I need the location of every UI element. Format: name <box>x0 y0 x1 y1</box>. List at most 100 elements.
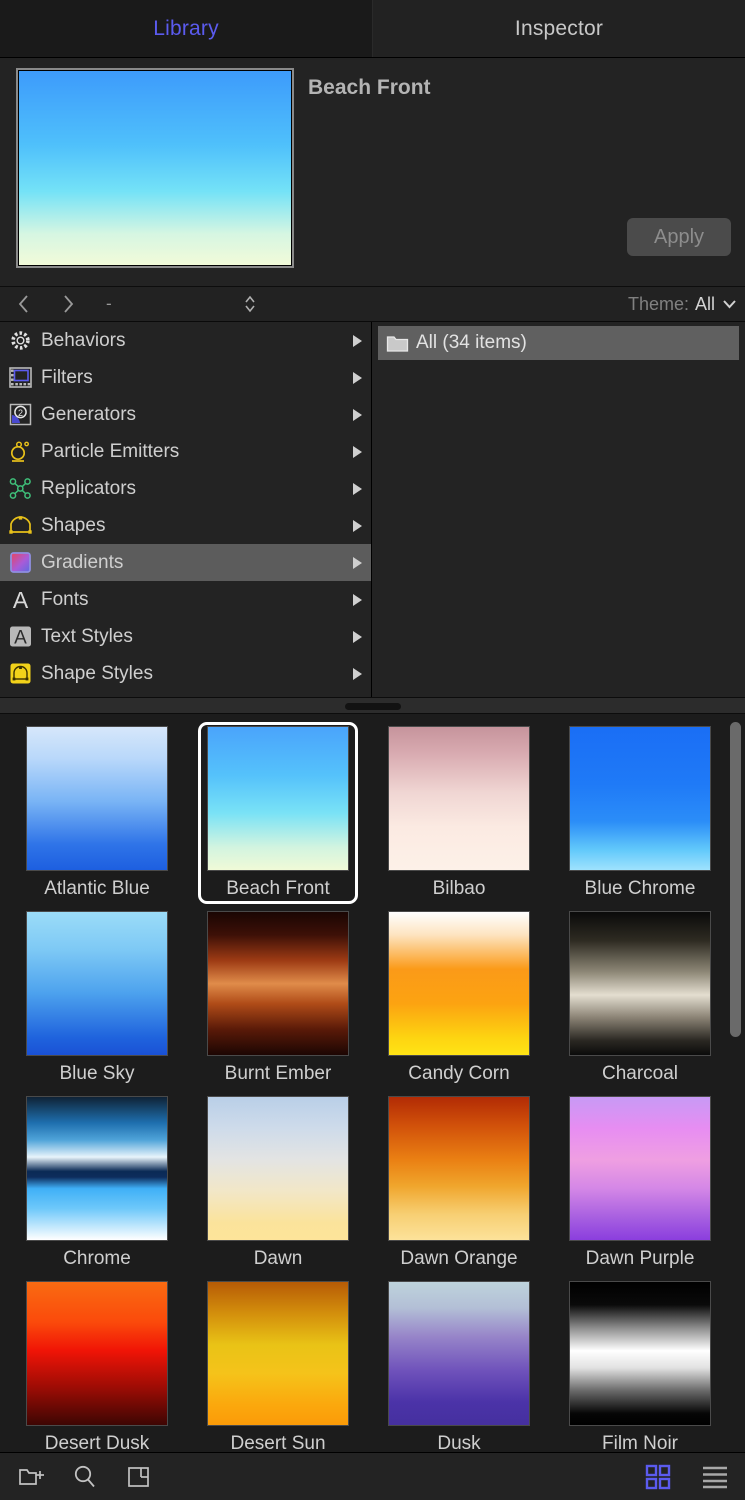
theme-label: Theme: <box>627 293 689 314</box>
stepper-updown-icon[interactable] <box>238 290 262 318</box>
gradient-item[interactable]: Candy Corn <box>379 907 560 1092</box>
category-item-generators[interactable]: 2 Generators <box>0 396 371 433</box>
pane-splitter[interactable] <box>0 697 745 714</box>
gradient-item[interactable]: Blue Chrome <box>560 722 741 907</box>
disclosure-arrow-icon[interactable] <box>353 667 362 680</box>
folder-item[interactable]: All (34 items) <box>378 326 739 360</box>
chevron-right-icon[interactable] <box>56 290 80 318</box>
list-view-icon[interactable] <box>701 1464 729 1490</box>
gradient-item[interactable]: Film Noir <box>560 1277 741 1452</box>
gradient-name: Dawn <box>253 1248 303 1269</box>
gradient-item[interactable]: Dawn Purple <box>560 1092 741 1277</box>
gradient-icon <box>7 549 34 576</box>
gradient-item[interactable]: Burnt Ember <box>198 907 379 1092</box>
category-item-shape-styles[interactable]: Shape Styles <box>0 655 371 692</box>
disclosure-arrow-icon[interactable] <box>353 445 362 458</box>
gradient-name: Film Noir <box>602 1433 678 1452</box>
category-item-label: Shapes <box>41 514 106 536</box>
gradient-item[interactable]: Beach Front <box>198 722 379 907</box>
panel-layout-icon[interactable] <box>126 1464 151 1489</box>
gradient-swatch <box>207 911 349 1056</box>
category-item-label: Behaviors <box>41 329 126 351</box>
gradient-item[interactable]: Dawn Orange <box>379 1092 560 1277</box>
disclosure-arrow-icon[interactable] <box>353 482 362 495</box>
gradient-swatch <box>26 911 168 1056</box>
gradient-item-inner: Blue Sky <box>17 907 177 1089</box>
gradient-swatch <box>569 1096 711 1241</box>
grid-scrollbar-thumb[interactable] <box>730 722 741 1037</box>
gradient-name: Beach Front <box>226 878 330 899</box>
disclosure-arrow-icon[interactable] <box>353 408 362 421</box>
preview-thumbnail[interactable] <box>16 68 294 268</box>
gradient-swatch <box>388 726 530 871</box>
grid-view-icon[interactable] <box>645 1464 671 1490</box>
disclosure-arrow-icon[interactable] <box>353 371 362 384</box>
gradient-name: Blue Sky <box>59 1063 135 1084</box>
disclosure-arrow-icon[interactable] <box>353 556 362 569</box>
generator-icon: 2 <box>7 401 34 428</box>
category-item-filters[interactable]: Filters <box>0 359 371 396</box>
gradient-item[interactable]: Dawn <box>198 1092 379 1277</box>
gradient-item[interactable]: Charcoal <box>560 907 741 1092</box>
library-panel: Library Inspector Beach Front Apply - Th… <box>0 0 745 1500</box>
category-item-behaviors[interactable]: Behaviors <box>0 322 371 359</box>
gradient-name: Desert Dusk <box>44 1433 150 1452</box>
chevron-down-icon <box>722 297 737 312</box>
gradient-name: Dawn Purple <box>585 1248 695 1269</box>
search-icon[interactable] <box>72 1464 98 1490</box>
disclosure-arrow-icon[interactable] <box>353 593 362 606</box>
category-item-replicators[interactable]: Replicators <box>0 470 371 507</box>
category-item-shapes[interactable]: Shapes <box>0 507 371 544</box>
gradient-name: Candy Corn <box>408 1063 510 1084</box>
preview-gradient-swatch <box>19 71 291 265</box>
gradient-grid: Atlantic Blue Beach Front Bilbao Blue Chrom… <box>0 714 745 1452</box>
gradient-item[interactable]: Desert Dusk <box>17 1277 198 1452</box>
splitter-handle[interactable] <box>345 703 401 710</box>
gradient-item-inner: Burnt Ember <box>198 907 358 1089</box>
category-item-text-styles[interactable]: A Text Styles <box>0 618 371 655</box>
gear-icon <box>7 327 34 354</box>
shape-icon <box>7 512 34 539</box>
gradient-item[interactable]: Bilbao <box>379 722 560 907</box>
category-item-label: Filters <box>41 366 93 388</box>
folder-item-label: All (34 items) <box>416 332 527 353</box>
gradient-grid-area: Atlantic Blue Beach Front Bilbao Blue Chrom… <box>0 714 745 1452</box>
gradient-item[interactable]: Chrome <box>17 1092 198 1277</box>
gradient-item[interactable]: Atlantic Blue <box>17 722 198 907</box>
disclosure-arrow-icon[interactable] <box>353 630 362 643</box>
tab-inspector[interactable]: Inspector <box>372 0 745 57</box>
grid-scrollbar[interactable] <box>730 722 741 1452</box>
gradient-swatch <box>569 726 711 871</box>
shape-style-icon <box>7 660 34 687</box>
tab-library[interactable]: Library <box>0 0 372 57</box>
gradient-swatch <box>207 1096 349 1241</box>
top-tab-bar: Library Inspector <box>0 0 745 58</box>
gradient-item[interactable]: Desert Sun <box>198 1277 379 1452</box>
gradient-name: Dawn Orange <box>400 1248 518 1269</box>
gradient-name: Dusk <box>437 1433 481 1452</box>
theme-value: All <box>694 293 715 314</box>
theme-dropdown[interactable]: Theme: All <box>628 294 737 315</box>
gradient-name: Blue Chrome <box>584 878 696 899</box>
category-item-label: Fonts <box>41 588 89 610</box>
category-item-label: Generators <box>41 403 137 425</box>
gradient-item-inner: Candy Corn <box>379 907 539 1089</box>
gradient-item-inner: Dawn Purple <box>560 1092 720 1274</box>
gradient-item-inner: Bilbao <box>379 722 539 904</box>
disclosure-arrow-icon[interactable] <box>353 519 362 532</box>
chevron-left-icon[interactable] <box>12 290 36 318</box>
gradient-item-inner: Atlantic Blue <box>17 722 177 904</box>
gradient-swatch <box>207 1281 349 1426</box>
new-folder-icon[interactable] <box>18 1465 44 1489</box>
gradient-item[interactable]: Blue Sky <box>17 907 198 1092</box>
category-item-fonts[interactable]: A Fonts <box>0 581 371 618</box>
gradient-swatch <box>569 911 711 1056</box>
gradient-item[interactable]: Dusk <box>379 1277 560 1452</box>
gradient-item-inner: Blue Chrome <box>560 722 720 904</box>
category-item-label: Shape Styles <box>41 662 153 684</box>
category-item-particle-emitters[interactable]: Particle Emitters <box>0 433 371 470</box>
disclosure-arrow-icon[interactable] <box>353 334 362 347</box>
apply-button[interactable]: Apply <box>627 218 731 256</box>
gradient-item-inner: Beach Front <box>198 722 358 904</box>
category-item-gradients[interactable]: Gradients <box>0 544 371 581</box>
